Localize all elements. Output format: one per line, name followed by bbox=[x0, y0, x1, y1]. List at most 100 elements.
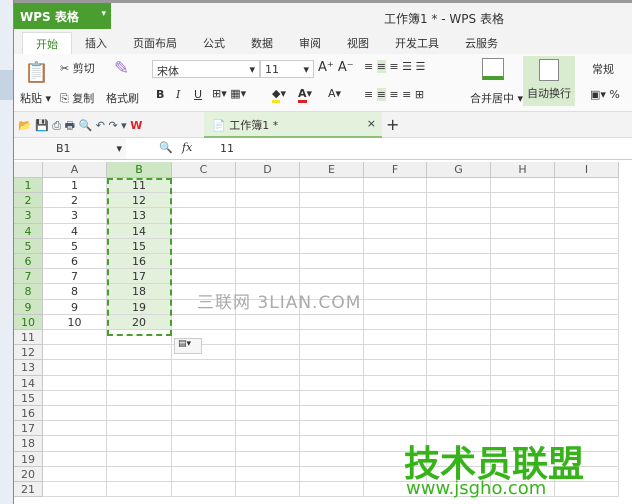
cell-F15[interactable] bbox=[364, 390, 427, 406]
zoom-icon[interactable]: 🔍 bbox=[159, 141, 173, 154]
cell-I12[interactable] bbox=[555, 345, 619, 361]
new-tab-button[interactable]: + bbox=[386, 115, 399, 134]
row-header-19[interactable]: 19 bbox=[14, 451, 43, 467]
cell-D11[interactable] bbox=[236, 330, 300, 346]
column-header-H[interactable]: H bbox=[491, 162, 555, 178]
row-header-15[interactable]: 15 bbox=[14, 390, 43, 406]
cell-A8[interactable]: 8 bbox=[43, 284, 107, 300]
cell-G16[interactable] bbox=[427, 406, 491, 422]
cell-I16[interactable] bbox=[555, 406, 619, 422]
cell-D12[interactable] bbox=[236, 345, 300, 361]
select-all-corner[interactable] bbox=[14, 162, 43, 178]
cell-E11[interactable] bbox=[300, 330, 364, 346]
cell-D14[interactable] bbox=[236, 375, 300, 391]
fill-color-button[interactable]: ◆▾ bbox=[272, 87, 286, 103]
cell-H1[interactable] bbox=[491, 178, 555, 194]
cell-G11[interactable] bbox=[427, 330, 491, 346]
cell-C18[interactable] bbox=[172, 436, 236, 452]
cell-E15[interactable] bbox=[300, 390, 364, 406]
tab-6[interactable]: 视图 bbox=[334, 32, 382, 54]
copy-button[interactable]: ⎘ 复制 bbox=[60, 90, 94, 106]
cell-A10[interactable]: 10 bbox=[43, 314, 107, 330]
cell-H2[interactable] bbox=[491, 193, 555, 209]
cell-F3[interactable] bbox=[364, 208, 427, 224]
font-name-select[interactable]: 宋体 ▾ bbox=[152, 60, 260, 78]
paste-options-button[interactable]: ▤▾ bbox=[174, 338, 202, 354]
cell-H15[interactable] bbox=[491, 390, 555, 406]
cell-B15[interactable] bbox=[107, 390, 172, 406]
cell-A1[interactable]: 1 bbox=[43, 178, 107, 194]
cell-D2[interactable] bbox=[236, 193, 300, 209]
cell-C19[interactable] bbox=[172, 451, 236, 467]
cell-B19[interactable] bbox=[107, 451, 172, 467]
cell-A7[interactable]: 7 bbox=[43, 269, 107, 285]
name-box[interactable]: B1 ▾ bbox=[14, 138, 126, 159]
paste-button[interactable]: 粘贴 ▾ bbox=[20, 90, 51, 106]
cell-B20[interactable] bbox=[107, 466, 172, 482]
cell-C1[interactable] bbox=[172, 178, 236, 194]
cell-F12[interactable] bbox=[364, 345, 427, 361]
number-format-select[interactable]: 常规 bbox=[592, 61, 614, 77]
tab-1[interactable]: 插入 bbox=[72, 32, 120, 54]
cell-H3[interactable] bbox=[491, 208, 555, 224]
cell-E2[interactable] bbox=[300, 193, 364, 209]
horizontal-align-buttons[interactable]: ≡ ≡ ≡ ≡ ⊞ bbox=[364, 88, 424, 101]
row-header-8[interactable]: 8 bbox=[14, 284, 43, 300]
wps-app-button[interactable]: WPS 表格 ▾ bbox=[14, 3, 111, 29]
cell-C10[interactable] bbox=[172, 314, 236, 330]
cell-A2[interactable]: 2 bbox=[43, 193, 107, 209]
row-header-2[interactable]: 2 bbox=[14, 193, 43, 209]
cell-A13[interactable] bbox=[43, 360, 107, 376]
merge-icon[interactable] bbox=[482, 58, 504, 80]
cell-B18[interactable] bbox=[107, 436, 172, 452]
cell-B21[interactable] bbox=[107, 482, 172, 498]
cell-I5[interactable] bbox=[555, 238, 619, 254]
cell-F16[interactable] bbox=[364, 406, 427, 422]
cell-C6[interactable] bbox=[172, 254, 236, 270]
cell-F5[interactable] bbox=[364, 238, 427, 254]
format-painter-button[interactable]: 格式刷 bbox=[106, 90, 139, 106]
row-header-1[interactable]: 1 bbox=[14, 178, 43, 194]
row-header-16[interactable]: 16 bbox=[14, 406, 43, 422]
cell-D7[interactable] bbox=[236, 269, 300, 285]
cell-F4[interactable] bbox=[364, 223, 427, 239]
cell-C13[interactable] bbox=[172, 360, 236, 376]
column-header-G[interactable]: G bbox=[427, 162, 491, 178]
cell-I7[interactable] bbox=[555, 269, 619, 285]
cell-C17[interactable] bbox=[172, 421, 236, 437]
cell-H7[interactable] bbox=[491, 269, 555, 285]
cell-G14[interactable] bbox=[427, 375, 491, 391]
cell-D21[interactable] bbox=[236, 482, 300, 498]
bold-button[interactable]: B bbox=[156, 88, 164, 101]
clear-format-button[interactable]: A▾ bbox=[328, 87, 341, 100]
cell-I10[interactable] bbox=[555, 314, 619, 330]
cell-C5[interactable] bbox=[172, 238, 236, 254]
cell-G3[interactable] bbox=[427, 208, 491, 224]
cell-F13[interactable] bbox=[364, 360, 427, 376]
cell-F7[interactable] bbox=[364, 269, 427, 285]
percent-button[interactable]: ▣▾ % bbox=[590, 88, 620, 101]
cell-G12[interactable] bbox=[427, 345, 491, 361]
cell-G4[interactable] bbox=[427, 223, 491, 239]
column-header-D[interactable]: D bbox=[236, 162, 300, 178]
cell-A19[interactable] bbox=[43, 451, 107, 467]
row-header-10[interactable]: 10 bbox=[14, 314, 43, 330]
border-button[interactable]: ⊞▾ ▦▾ bbox=[212, 87, 246, 100]
cell-I8[interactable] bbox=[555, 284, 619, 300]
tab-5[interactable]: 审阅 bbox=[286, 32, 334, 54]
cell-E19[interactable] bbox=[300, 451, 364, 467]
row-header-21[interactable]: 21 bbox=[14, 482, 43, 498]
row-header-17[interactable]: 17 bbox=[14, 421, 43, 437]
cell-C4[interactable] bbox=[172, 223, 236, 239]
cell-B14[interactable] bbox=[107, 375, 172, 391]
font-color-button[interactable]: A▾ bbox=[298, 87, 312, 103]
cell-E6[interactable] bbox=[300, 254, 364, 270]
cell-I6[interactable] bbox=[555, 254, 619, 270]
cell-I9[interactable] bbox=[555, 299, 619, 315]
cell-D17[interactable] bbox=[236, 421, 300, 437]
row-header-5[interactable]: 5 bbox=[14, 238, 43, 254]
cell-E12[interactable] bbox=[300, 345, 364, 361]
cell-D13[interactable] bbox=[236, 360, 300, 376]
cell-I1[interactable] bbox=[555, 178, 619, 194]
cell-C20[interactable] bbox=[172, 466, 236, 482]
